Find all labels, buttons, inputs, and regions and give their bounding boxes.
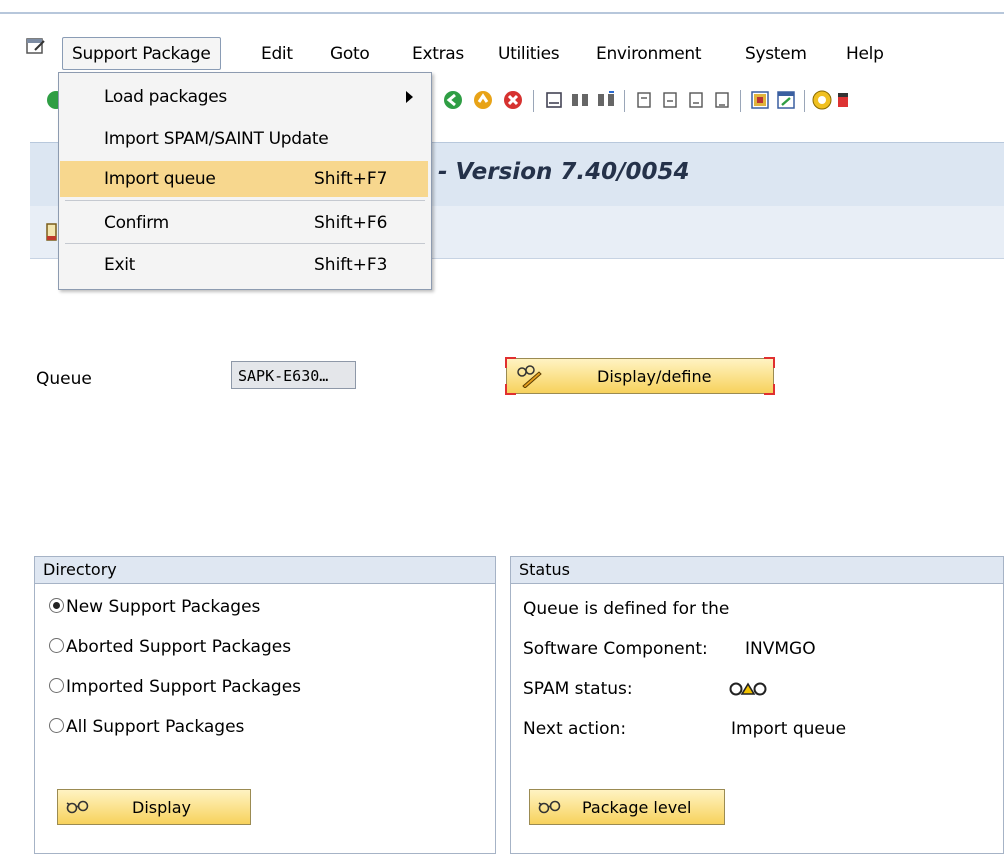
menu-help[interactable]: Help [846, 44, 884, 64]
find-icon[interactable] [570, 90, 590, 110]
display-define-button[interactable]: Display/define [505, 357, 775, 395]
menu-support-package[interactable]: Support Package [62, 37, 221, 70]
menu-goto[interactable]: Goto [330, 44, 370, 64]
radio-all-support-packages[interactable]: All Support Packages [49, 717, 244, 737]
glasses-icon [66, 800, 89, 814]
menu-system[interactable]: System [745, 44, 807, 64]
next-action-label: Next action: [523, 719, 627, 739]
menu-utilities[interactable]: Utilities [498, 44, 560, 64]
queue-label: Queue [36, 369, 92, 389]
glasses-icon [538, 800, 561, 814]
status-group: Status Queue is defined for the Software… [510, 556, 1004, 854]
page-title: - Version 7.40/0054 [438, 159, 690, 185]
menu-item-load-packages[interactable]: Load packages [60, 79, 428, 115]
menu-item-shortcut: Shift+F7 [314, 169, 388, 189]
menu-item-shortcut: Shift+F3 [314, 255, 388, 275]
menu-separator [65, 243, 425, 244]
display-button[interactable]: Display [57, 789, 251, 825]
radio-icon[interactable] [49, 678, 64, 693]
menu-extras[interactable]: Extras [412, 44, 464, 64]
spam-status-label: SPAM status: [523, 679, 633, 699]
exit-icon[interactable] [473, 90, 493, 110]
toolbar-separator [740, 90, 741, 112]
radio-aborted-support-packages[interactable]: Aborted Support Packages [49, 637, 291, 657]
first-page-icon[interactable] [634, 90, 654, 110]
software-component-label: Software Component: [523, 639, 708, 659]
submenu-arrow-icon [406, 91, 413, 103]
print-icon[interactable] [544, 90, 564, 110]
toolbar-separator [533, 90, 534, 112]
radio-selected-icon[interactable] [49, 598, 64, 613]
layout-icon[interactable] [838, 90, 848, 110]
menu-item-label: Confirm [104, 213, 169, 233]
menu-item-label: Exit [104, 255, 135, 275]
traffic-light-icon [729, 682, 767, 696]
shortcut-icon[interactable] [776, 90, 796, 110]
focus-corner [764, 357, 775, 368]
radio-new-support-packages[interactable]: New Support Packages [49, 597, 260, 617]
menu-item-label: Load packages [104, 87, 227, 107]
focus-corner [505, 357, 516, 368]
menu-item-exit[interactable]: Exit Shift+F3 [60, 247, 428, 283]
next-page-icon[interactable] [686, 90, 706, 110]
display-button-label: Display [132, 798, 191, 817]
status-line-queue-defined: Queue is defined for the [523, 599, 730, 619]
radio-imported-support-packages[interactable]: Imported Support Packages [49, 677, 301, 697]
window-menu-icon[interactable] [26, 38, 46, 56]
radio-label: All Support Packages [66, 717, 245, 737]
radio-label: Aborted Support Packages [66, 637, 292, 657]
pencil-glasses-icon [517, 365, 542, 388]
create-session-icon[interactable] [750, 90, 770, 110]
display-define-label: Display/define [597, 367, 712, 386]
queue-field[interactable]: SAPK-E630… [231, 361, 356, 389]
help-icon[interactable] [812, 90, 832, 110]
focus-corner [764, 384, 775, 395]
refresh-icon[interactable] [46, 222, 58, 244]
focus-corner [505, 384, 516, 395]
software-component-value: INVMGO [745, 639, 816, 659]
radio-label: Imported Support Packages [66, 677, 302, 697]
menu-item-label: Import SPAM/SAINT Update [104, 129, 329, 149]
menu-bar: Support Package Edit Goto Extras Utiliti… [0, 30, 1004, 74]
previous-page-icon[interactable] [660, 90, 680, 110]
cancel-icon[interactable] [503, 90, 523, 110]
find-next-icon[interactable] [596, 90, 616, 110]
last-page-icon[interactable] [712, 90, 732, 110]
status-heading: Status [511, 557, 1003, 584]
toolbar-separator [624, 90, 625, 112]
menu-environment[interactable]: Environment [596, 44, 702, 64]
radio-label: New Support Packages [66, 597, 261, 617]
menu-item-import-spam-saint-update[interactable]: Import SPAM/SAINT Update [60, 121, 428, 157]
menu-separator [65, 200, 425, 201]
directory-heading: Directory [35, 557, 495, 584]
menu-item-import-queue[interactable]: Import queue Shift+F7 [60, 161, 428, 197]
menu-item-confirm[interactable]: Confirm Shift+F6 [60, 205, 428, 241]
directory-group: Directory New Support Packages Aborted S… [34, 556, 496, 854]
back-icon[interactable] [443, 90, 463, 110]
radio-icon[interactable] [49, 718, 64, 733]
toolbar-separator [804, 90, 805, 112]
radio-icon[interactable] [49, 638, 64, 653]
menu-item-shortcut: Shift+F6 [314, 213, 388, 233]
next-action-value: Import queue [731, 719, 847, 739]
menu-item-label: Import queue [104, 169, 216, 189]
support-package-dropdown: Load packages Import SPAM/SAINT Update I… [58, 72, 432, 290]
menu-edit[interactable]: Edit [261, 44, 293, 64]
package-level-label: Package level [582, 798, 692, 817]
window-top-border [0, 12, 1004, 14]
package-level-button[interactable]: Package level [529, 789, 725, 825]
